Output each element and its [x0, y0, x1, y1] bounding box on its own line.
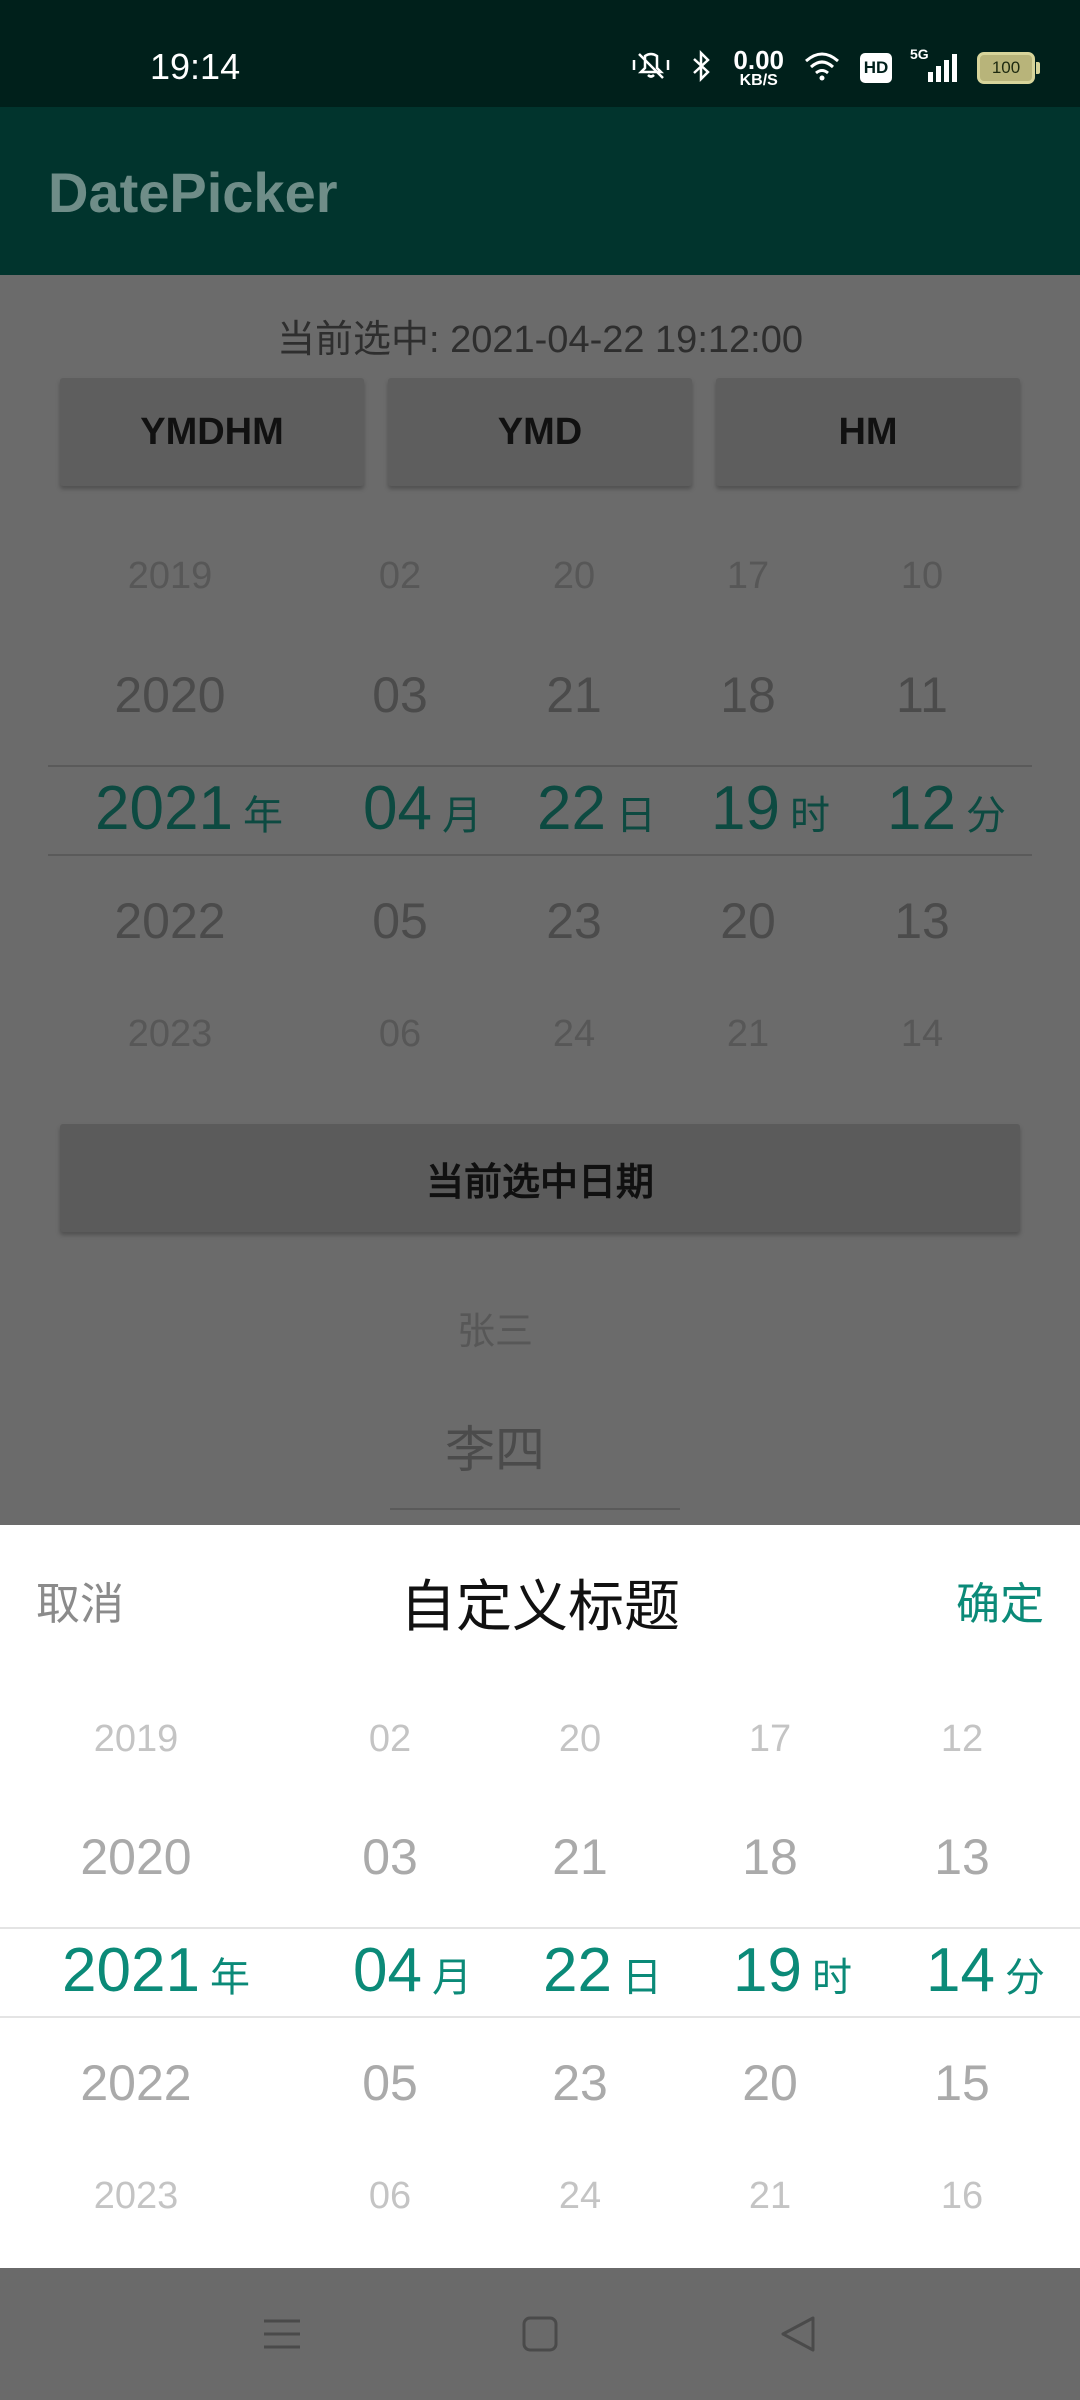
current-selection-label: 当前选中: 2021-04-22 19:12:00 — [277, 319, 803, 361]
wheel-item: 17 — [748, 1718, 792, 1760]
main-wheel-day-selected: 22 日 — [537, 774, 656, 843]
wheel-item: 02 — [368, 1718, 412, 1760]
wheel-item: 18 — [742, 1829, 798, 1885]
menu-icon[interactable] — [252, 2304, 312, 2364]
wheel-item: 2023 — [127, 1013, 213, 1055]
wheel-item: 2022 — [80, 2055, 192, 2111]
hd-icon: HD — [860, 53, 892, 83]
battery-icon: 100 — [977, 52, 1040, 84]
signal-icon: 5G — [910, 46, 957, 82]
main-wheel-month-selected: 04 月 — [363, 774, 482, 843]
wheel-item: 20 — [558, 1718, 602, 1760]
mode-button-hm[interactable]: HM — [716, 378, 1020, 486]
name-item: 李四 — [445, 1422, 545, 1478]
wheel-item: 24 — [558, 2175, 602, 2217]
sheet-wheel-divider-bottom — [0, 2016, 1080, 2018]
sheet-wheel-minute-selected: 14 分 — [926, 1936, 1045, 2005]
main-wheel-divider-bottom — [48, 854, 1032, 856]
wheel-item: 21 — [748, 2175, 792, 2217]
wheel-item: 14 — [900, 1013, 944, 1055]
main-wheel-year-selected: 2021 年 — [95, 774, 283, 843]
main-wheel-divider-top — [48, 765, 1032, 767]
wheel-item: 21 — [552, 1829, 608, 1885]
sheet-wheel-year-selected: 2021 年 — [62, 1936, 250, 2005]
confirm-button[interactable]: 确定 — [956, 1568, 1044, 1632]
sheet-wheel-month-selected: 04 月 — [353, 1936, 472, 2005]
net-speed-unit: KB/S — [739, 72, 778, 89]
current-date-button[interactable]: 当前选中日期 — [60, 1124, 1020, 1232]
wheel-item: 20 — [742, 2055, 798, 2111]
wheel-item: 11 — [896, 667, 948, 723]
mute-vibrate-icon — [631, 50, 671, 87]
battery-level: 100 — [977, 52, 1035, 84]
back-icon[interactable] — [768, 2304, 828, 2364]
wheel-item: 20 — [552, 555, 596, 597]
wheel-item: 18 — [720, 667, 776, 723]
wheel-item: 2019 — [127, 555, 213, 597]
wheel-item: 13 — [894, 893, 950, 949]
wheel-item: 06 — [368, 2175, 412, 2217]
sheet-wheel-day-selected: 22 日 — [543, 1936, 662, 2005]
wheel-item: 03 — [372, 667, 428, 723]
net-speed-value: 0.00 — [733, 45, 784, 75]
wheel-item: 24 — [552, 1013, 596, 1055]
wheel-item: 02 — [378, 555, 422, 597]
wheel-item: 05 — [362, 2055, 418, 2111]
status-time: 19:14 — [150, 46, 241, 87]
wheel-item: 05 — [372, 893, 428, 949]
mode-button-ymd[interactable]: YMD — [388, 378, 692, 486]
wheel-item: 03 — [362, 1829, 418, 1885]
wheel-item: 21 — [546, 667, 602, 723]
sheet-title: 自定义标题 — [400, 1575, 680, 1638]
sheet-wheel-divider-top — [0, 1927, 1080, 1929]
wheel-item: 20 — [720, 893, 776, 949]
wheel-item: 06 — [378, 1013, 422, 1055]
sheet-wheel-hour-selected: 19 时 — [733, 1936, 852, 2005]
wheel-item: 23 — [552, 2055, 608, 2111]
name-item: 张三 — [456, 1311, 533, 1353]
wheel-item: 17 — [726, 555, 770, 597]
wheel-item: 2020 — [80, 1829, 192, 1885]
wifi-icon — [804, 51, 840, 86]
status-icons: 0.00 KB/S HD 5G 100 — [631, 40, 1040, 96]
main-wheel-hour-selected: 19 时 — [711, 774, 830, 843]
wheel-item: 16 — [940, 2175, 984, 2217]
wheel-item: 12 — [940, 1718, 984, 1760]
wheel-item: 13 — [934, 1829, 990, 1885]
wheel-item: 21 — [726, 1013, 770, 1055]
wheel-item: 23 — [546, 893, 602, 949]
wheel-item: 10 — [900, 555, 944, 597]
wheel-item: 15 — [934, 2055, 990, 2111]
wheel-item: 2020 — [114, 667, 226, 723]
name-picker-divider — [390, 1508, 680, 1510]
net-speed: 0.00 KB/S — [733, 47, 784, 89]
network-type: 5G — [910, 46, 929, 62]
wheel-item: 2022 — [114, 893, 226, 949]
wheel-item: 2023 — [93, 2175, 179, 2217]
bluetooth-icon — [691, 49, 713, 87]
app-title: DatePicker — [48, 161, 338, 224]
home-icon[interactable] — [510, 2304, 570, 2364]
main-wheel-minute-selected: 12 分 — [887, 774, 1006, 843]
wheel-item: 2019 — [93, 1718, 179, 1760]
mode-button-ymdhm[interactable]: YMDHM — [60, 378, 364, 486]
